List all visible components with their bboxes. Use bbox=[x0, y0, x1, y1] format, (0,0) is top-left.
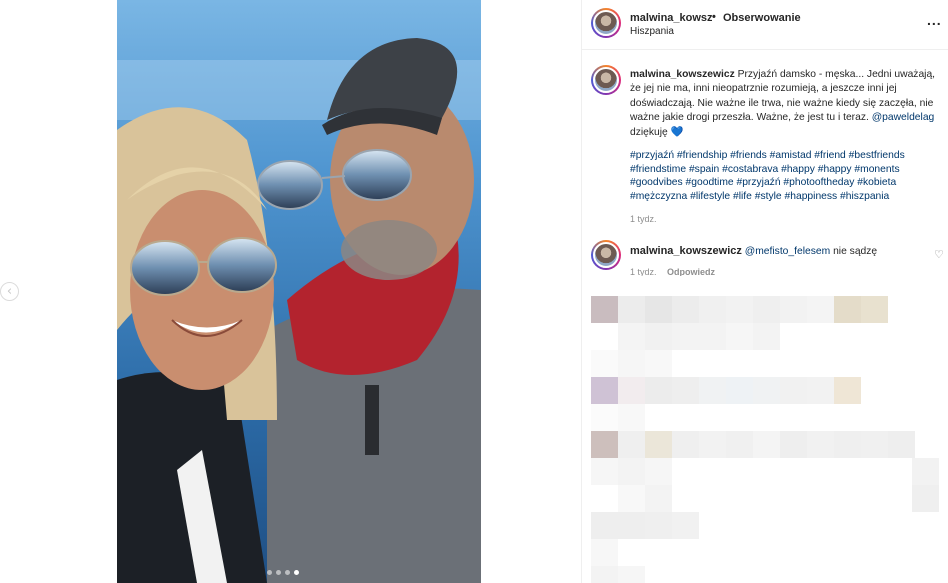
caption-username[interactable]: malwina_kowszewicz bbox=[630, 69, 735, 80]
caption-end: dziękuję bbox=[630, 126, 668, 138]
comment-username[interactable]: malwina_kowszewicz bbox=[630, 245, 742, 257]
caption-timestamp[interactable]: 1 tydz. bbox=[630, 214, 657, 224]
comment-body: nie sądzę bbox=[833, 246, 878, 257]
comment-mention[interactable]: @mefisto_felesem bbox=[745, 246, 830, 257]
comment-meta: 1 tydz. Odpowiedz bbox=[630, 267, 715, 276]
carousel-indicator bbox=[267, 570, 299, 575]
blue-heart-icon: 💙 bbox=[670, 126, 684, 138]
caption-text: malwina_kowszewicz Przyjaźń damsko - męs… bbox=[630, 68, 942, 140]
avatar[interactable] bbox=[591, 8, 621, 38]
comment-timestamp[interactable]: 1 tydz. bbox=[630, 267, 657, 276]
pixelated-area bbox=[582, 278, 948, 583]
post-header: malwina_kowszewicz • Obserwowanie Hiszpa… bbox=[582, 0, 948, 50]
ellipsis-icon[interactable]: ... bbox=[927, 12, 942, 28]
location-link[interactable]: Hiszpania bbox=[630, 26, 674, 37]
carousel-dot-active bbox=[294, 570, 299, 575]
reply-button[interactable]: Odpowiedz bbox=[667, 267, 715, 276]
heart-outline-icon[interactable]: ♡ bbox=[934, 248, 944, 261]
carousel-dot bbox=[276, 570, 281, 575]
comment-item: malwina_kowszewicz @mefisto_felesem nie … bbox=[582, 238, 948, 276]
photo-illustration bbox=[117, 0, 481, 583]
carousel-dot bbox=[267, 570, 272, 575]
chevron-left-icon[interactable]: ‹ bbox=[0, 282, 19, 301]
caption-hashtags[interactable]: #przyjaźń #friendship #friends #amistad … bbox=[630, 149, 930, 203]
post-photo[interactable] bbox=[117, 0, 481, 583]
comment-text: malwina_kowszewicz @mefisto_felesem nie … bbox=[630, 245, 877, 257]
avatar[interactable] bbox=[591, 240, 621, 270]
header-username[interactable]: malwina_kowszewicz bbox=[630, 12, 712, 24]
separator: • bbox=[712, 11, 716, 23]
caption-mention[interactable]: @paweldelag bbox=[872, 112, 935, 123]
carousel-dot bbox=[285, 570, 290, 575]
post-sidebar: malwina_kowszewicz • Obserwowanie Hiszpa… bbox=[581, 0, 948, 583]
avatar[interactable] bbox=[591, 65, 621, 95]
following-button[interactable]: Obserwowanie bbox=[723, 12, 801, 24]
